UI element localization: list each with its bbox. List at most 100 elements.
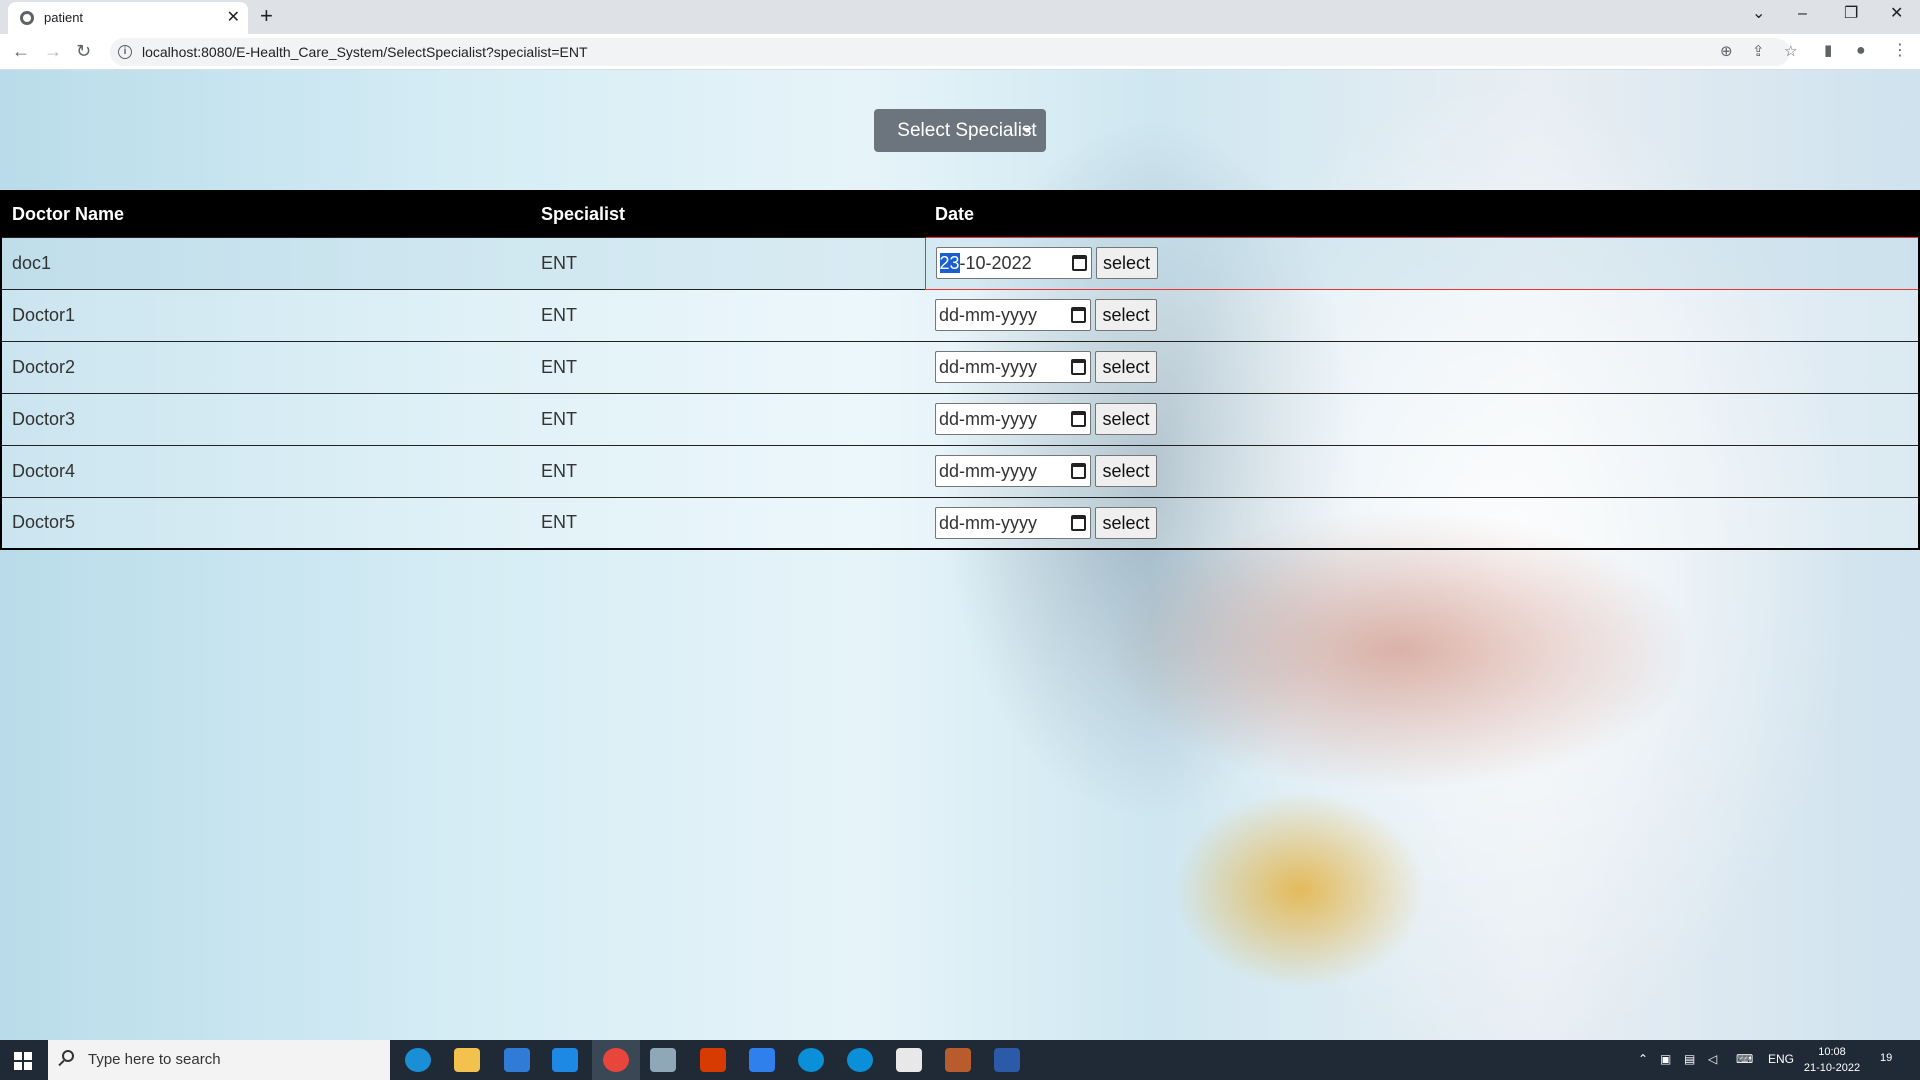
doctor-name: Doctor5	[1, 496, 531, 549]
browser-tab[interactable]: patient ✕	[8, 2, 248, 34]
7zip-icon[interactable]	[896, 1048, 922, 1072]
table-row: Doctor3 ENT dd-mm-yyyy select	[1, 392, 1919, 445]
date-input[interactable]: 23-10-2022	[935, 247, 1092, 279]
volume-icon[interactable]: ◁	[1708, 1052, 1717, 1066]
office-icon[interactable]	[700, 1048, 726, 1072]
page-content: Select Specialist Doctor Name Specialist…	[0, 70, 1920, 1040]
doctor-name: Doctor3	[1, 392, 531, 445]
select-button[interactable]: select	[1095, 455, 1157, 487]
network-icon[interactable]: ▤	[1684, 1052, 1695, 1066]
url-text[interactable]: localhost:8080/E-Health_Care_System/Sele…	[142, 44, 588, 60]
edge-icon[interactable]	[405, 1048, 431, 1072]
date-input[interactable]: dd-mm-yyyy	[935, 299, 1091, 331]
doctor-name: Doctor2	[1, 340, 531, 393]
date-cell: dd-mm-yyyy select	[925, 496, 1919, 549]
address-bar[interactable]: i localhost:8080/E-Health_Care_System/Se…	[110, 38, 1797, 66]
tab-search-icon[interactable]: ⌄	[1752, 4, 1765, 24]
doctor-name: Doctor1	[1, 288, 531, 341]
table-row: Doctor4 ENT dd-mm-yyyy select	[1, 444, 1919, 497]
table-row: Doctor2 ENT dd-mm-yyyy select	[1, 340, 1919, 393]
mail-icon[interactable]	[552, 1048, 578, 1072]
calendar-icon[interactable]	[1071, 359, 1086, 375]
doctor-table: Doctor Name Specialist Date doc1 ENT 23-…	[0, 190, 1920, 550]
header-specialist: Specialist	[531, 191, 925, 237]
header-doctor-name: Doctor Name	[1, 191, 531, 237]
select-specialist-dropdown[interactable]: Select Specialist	[874, 109, 1046, 152]
close-window-button[interactable]: ✕	[1890, 4, 1903, 24]
back-icon[interactable]: ←	[12, 40, 30, 62]
browser-tab-bar: patient ✕ + ⌄ – ❐ ✕	[0, 0, 1920, 34]
forward-icon[interactable]: →	[44, 40, 62, 62]
app-icon[interactable]	[945, 1048, 971, 1072]
select-button[interactable]: select	[1095, 403, 1157, 435]
date-placeholder: dd-mm-yyyy	[939, 512, 1037, 533]
calendar-icon[interactable]	[1071, 255, 1087, 271]
restore-button[interactable]: ❐	[1844, 4, 1858, 24]
specialist: ENT	[531, 236, 925, 289]
app-icon[interactable]	[650, 1048, 676, 1072]
vscode-icon[interactable]	[749, 1048, 775, 1072]
clock-date: 21-10-2022	[1803, 1062, 1861, 1074]
taskbar-search-placeholder: Type here to search	[88, 1051, 221, 1068]
close-tab-icon[interactable]: ✕	[227, 8, 240, 28]
calendar-icon[interactable]	[1071, 307, 1086, 323]
table-row: doc1 ENT 23-10-2022 select	[1, 236, 1920, 290]
date-cell: dd-mm-yyyy select	[925, 288, 1919, 341]
select-button[interactable]: select	[1095, 351, 1157, 383]
date-placeholder: dd-mm-yyyy	[939, 305, 1037, 325]
select-button[interactable]: select	[1095, 247, 1158, 279]
app-icon[interactable]	[994, 1048, 1020, 1072]
specialist: ENT	[531, 288, 925, 341]
specialist: ENT	[531, 496, 925, 549]
chevron-up-icon[interactable]: ⌃	[1638, 1052, 1648, 1066]
select-button[interactable]: select	[1095, 299, 1157, 331]
menu-kebab-icon[interactable]: ⋮	[1892, 40, 1908, 62]
bookmark-star-icon[interactable]: ☆	[1784, 42, 1797, 62]
skype-icon[interactable]	[847, 1048, 873, 1072]
new-tab-button[interactable]: +	[260, 4, 273, 28]
date-input[interactable]: dd-mm-yyyy	[935, 403, 1091, 435]
doctor-name: Doctor4	[1, 444, 531, 497]
language-indicator[interactable]: ENG	[1768, 1052, 1794, 1066]
minimize-button[interactable]: –	[1798, 4, 1807, 24]
skype-icon[interactable]	[798, 1048, 824, 1072]
windows-start-icon[interactable]	[14, 1052, 32, 1070]
date-day-selected: 23	[939, 253, 960, 273]
share-icon[interactable]: ⇪	[1752, 42, 1765, 62]
side-panel-icon[interactable]: ▮	[1824, 40, 1832, 62]
reload-icon[interactable]: ↻	[76, 40, 91, 62]
date-cell: 23-10-2022 select	[924, 236, 1920, 290]
table-row: Doctor1 ENT dd-mm-yyyy select	[1, 288, 1919, 341]
header-date: Date	[925, 191, 1919, 237]
table-header-row: Doctor Name Specialist Date	[1, 191, 1919, 237]
select-button[interactable]: select	[1095, 506, 1157, 539]
security-icon[interactable]: ▣	[1660, 1052, 1671, 1066]
date-cell: dd-mm-yyyy select	[925, 444, 1919, 497]
calendar-icon[interactable]	[1071, 463, 1086, 479]
info-icon[interactable]: i	[118, 45, 132, 59]
calendar-icon[interactable]	[1071, 411, 1086, 427]
browser-toolbar: ← → ↻ i localhost:8080/E-Health_Care_Sys…	[0, 34, 1920, 70]
chrome-icon[interactable]	[603, 1048, 629, 1072]
file-explorer-icon[interactable]	[454, 1048, 480, 1072]
system-clock[interactable]: 10:08 21-10-2022	[1800, 1044, 1864, 1076]
specialist: ENT	[531, 444, 925, 497]
notifications-icon[interactable]: 19	[1880, 1052, 1892, 1064]
tab-title: patient	[44, 10, 84, 25]
caret-down-icon	[1022, 128, 1032, 133]
date-input[interactable]: dd-mm-yyyy	[935, 506, 1091, 539]
date-input[interactable]: dd-mm-yyyy	[935, 351, 1091, 383]
dropdown-label: Select Specialist	[897, 120, 1037, 141]
keyboard-icon[interactable]: ⌨	[1736, 1052, 1753, 1066]
zoom-icon[interactable]: ⊕	[1720, 42, 1733, 62]
doctor-name: doc1	[1, 236, 531, 289]
date-placeholder: dd-mm-yyyy	[939, 409, 1037, 429]
store-icon[interactable]	[504, 1048, 530, 1072]
date-placeholder: dd-mm-yyyy	[939, 461, 1037, 481]
date-cell: dd-mm-yyyy select	[925, 392, 1919, 445]
taskbar-search[interactable]: Type here to search	[48, 1040, 390, 1080]
date-input[interactable]: dd-mm-yyyy	[935, 455, 1091, 487]
calendar-icon[interactable]	[1071, 514, 1086, 531]
date-rest: -10-2022	[959, 253, 1032, 273]
profile-icon[interactable]: ●	[1856, 40, 1866, 62]
